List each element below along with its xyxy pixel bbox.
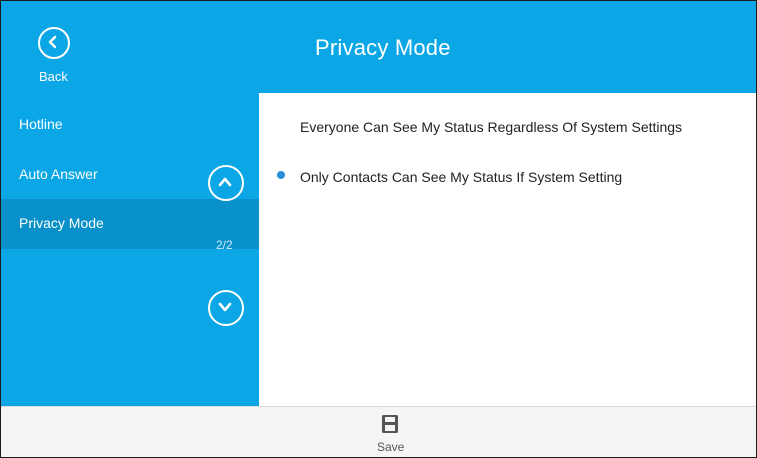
- option-everyone[interactable]: Everyone Can See My Status Regardless Of…: [259, 107, 756, 153]
- radio-unselected-icon: [277, 121, 285, 129]
- header-bar: Back Privacy Mode: [1, 1, 756, 93]
- chevron-up-icon: [218, 177, 232, 187]
- radio-selected-icon: [277, 171, 285, 179]
- save-button[interactable]: Save: [371, 412, 411, 456]
- page-counter: 2/2: [216, 238, 233, 252]
- option-label: Everyone Can See My Status Regardless Of…: [300, 119, 683, 135]
- sidebar: Hotline Auto Answer Privacy Mode 2/2: [1, 93, 259, 406]
- privacy-options-panel: Everyone Can See My Status Regardless Of…: [259, 93, 756, 406]
- phone-screen: Back Privacy Mode Hotline Auto Answer Pr…: [0, 0, 757, 458]
- save-label: Save: [377, 440, 405, 454]
- sidebar-item-label: Auto Answer: [19, 166, 98, 182]
- back-label: Back: [39, 69, 68, 84]
- footer-bar: Save: [1, 406, 756, 457]
- scroll-up-button[interactable]: [208, 165, 244, 201]
- sidebar-item-label: Privacy Mode: [19, 215, 104, 231]
- option-label: Only Contacts Can See My Status If Syste…: [300, 169, 623, 185]
- back-button[interactable]: Back: [31, 25, 77, 85]
- back-arrow-icon: [38, 27, 70, 59]
- chevron-down-icon: [218, 302, 232, 312]
- sidebar-item-hotline[interactable]: Hotline: [1, 98, 259, 148]
- scroll-down-button[interactable]: [208, 290, 244, 326]
- option-contacts-only[interactable]: Only Contacts Can See My Status If Syste…: [259, 157, 756, 203]
- floppy-disk-icon: [382, 415, 398, 433]
- sidebar-item-label: Hotline: [19, 116, 63, 132]
- page-title: Privacy Mode: [315, 35, 451, 60]
